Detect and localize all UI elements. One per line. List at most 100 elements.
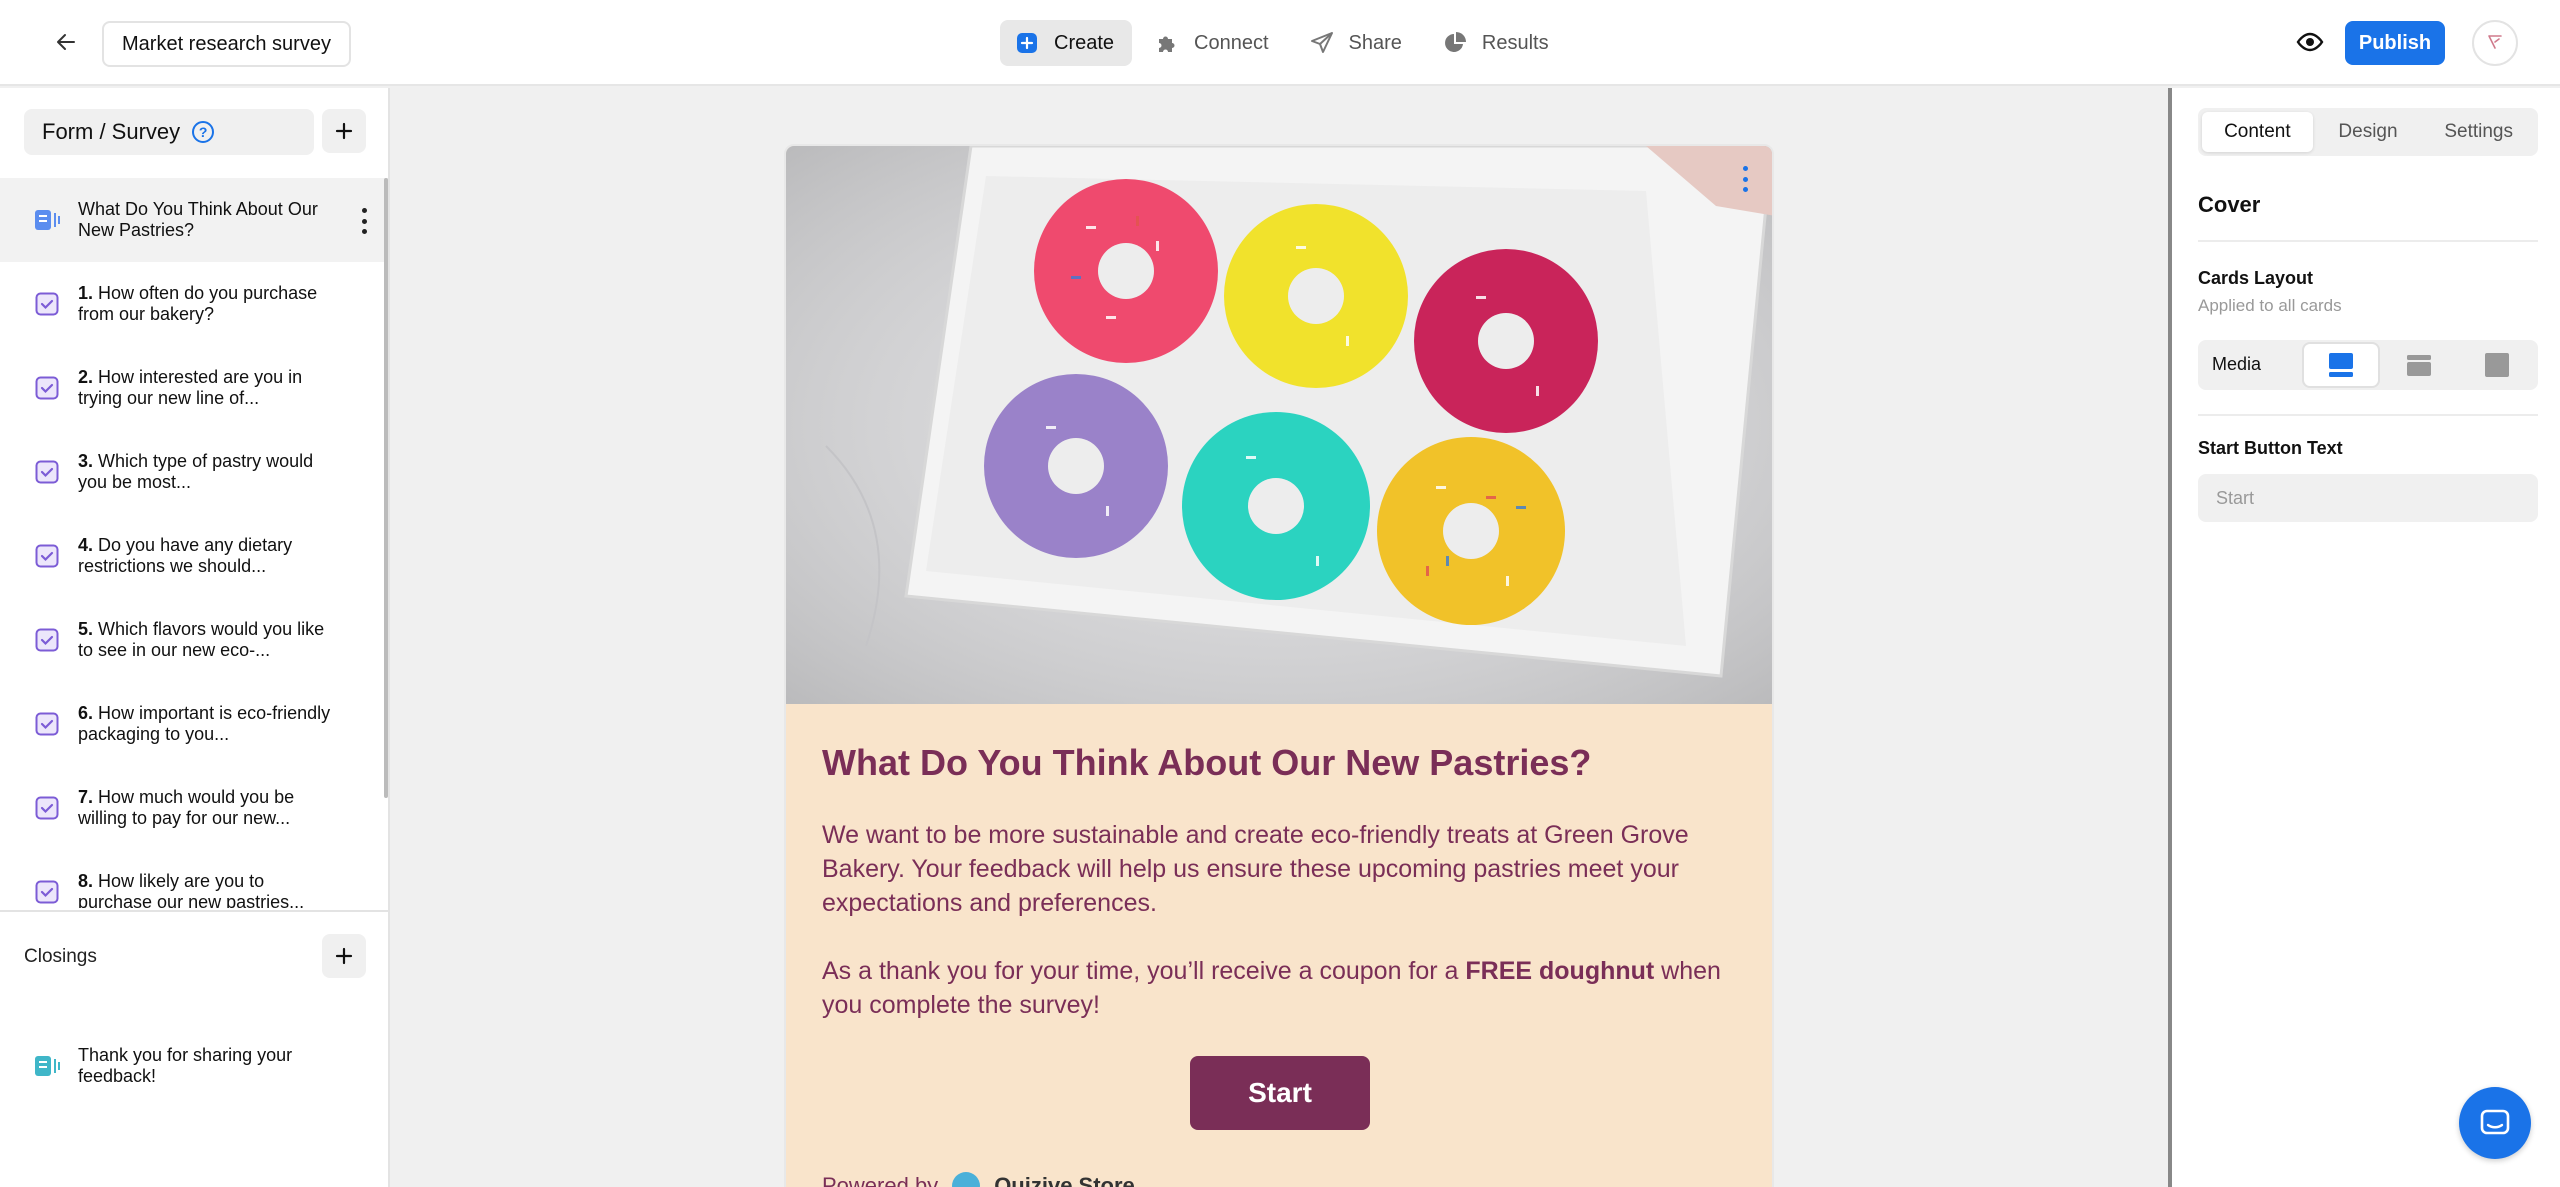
checkbox-icon	[34, 375, 60, 401]
sidebar-item-label: What Do You Think About Our New Pastries…	[78, 199, 318, 240]
user-avatar-icon	[2488, 35, 2502, 49]
sidebar-scrollbar[interactable]	[384, 178, 388, 798]
cards-layout-label: Cards Layout	[2198, 268, 2314, 288]
media-layout-selector: Media	[2198, 340, 2538, 390]
tab-design[interactable]: Design	[2313, 112, 2424, 152]
sidebar-item-question[interactable]: 5. Which flavors would you like to see i…	[0, 598, 388, 682]
tab-connect-label: Connect	[1194, 31, 1269, 54]
card-options-icon[interactable]	[1741, 166, 1749, 192]
card-description[interactable]: We want to be more sustainable and creat…	[822, 818, 1742, 1056]
cards-layout-subtitle: Applied to all cards	[2198, 296, 2342, 315]
tab-share[interactable]: Share	[1295, 20, 1420, 66]
sidebar-item-question[interactable]: 7. How much would you be willing to pay …	[0, 766, 388, 850]
question-number: 7.	[78, 787, 94, 807]
card-paragraph: We want to be more sustainable and creat…	[822, 821, 1689, 917]
question-text: How interested are you in trying our new…	[78, 367, 303, 408]
tab-share-label: Share	[1348, 31, 1402, 54]
preview-button[interactable]	[2290, 22, 2330, 62]
sidebar-item-cover[interactable]: What Do You Think About Our New Pastries…	[0, 178, 388, 262]
add-card-button[interactable]	[322, 109, 366, 153]
panel-tabs: Content Design Settings	[2198, 108, 2538, 156]
start-button-text-label: Start Button Text	[2198, 438, 2343, 458]
tab-results-label: Results	[1481, 31, 1549, 54]
tab-results[interactable]: Results	[1428, 20, 1567, 66]
avatar[interactable]	[2472, 20, 2518, 66]
question-number: 5.	[78, 619, 94, 639]
plus-square-icon	[1014, 30, 1040, 56]
more-vertical-icon[interactable]	[360, 208, 368, 234]
arrow-left-icon	[57, 34, 75, 50]
layout-media-top[interactable]	[2302, 342, 2380, 388]
layout-media-background[interactable]	[2458, 342, 2536, 388]
chat-support-button[interactable]	[2459, 1087, 2531, 1159]
checkbox-icon	[34, 627, 60, 653]
question-number: 2.	[78, 367, 94, 387]
powered-by-brand: Quizive Store	[994, 1173, 1135, 1187]
cover-card[interactable]: What Do You Think About Our New Pastries…	[784, 144, 1774, 1187]
top-bar: Market research survey Create Connect Sh…	[0, 0, 2560, 86]
start-button-text-input[interactable]	[2198, 474, 2538, 522]
form-survey-selector[interactable]: Form / Survey ?	[24, 109, 314, 155]
card-title[interactable]: What Do You Think About Our New Pastries…	[822, 742, 1742, 784]
powered-by-prefix: Powered by	[822, 1173, 939, 1187]
tab-settings[interactable]: Settings	[2423, 112, 2534, 152]
checkbox-icon	[34, 879, 60, 905]
plus-icon	[335, 947, 353, 965]
tab-content[interactable]: Content	[2202, 112, 2313, 152]
question-number: 8.	[78, 871, 94, 891]
question-number: 6.	[78, 703, 94, 723]
document-title[interactable]: Market research survey	[102, 21, 351, 67]
question-text: How often do you purchase from our baker…	[78, 283, 318, 324]
layout-background-icon	[2485, 353, 2509, 377]
divider	[2198, 240, 2538, 242]
tab-create[interactable]: Create	[1000, 20, 1133, 66]
sidebar-item-question[interactable]: 2. How interested are you in trying our …	[0, 346, 388, 430]
sidebar-item-question[interactable]: 4. Do you have any dietary restrictions …	[0, 514, 388, 598]
question-text: How likely are you to purchase our new p…	[78, 871, 305, 908]
brand-logo-icon	[952, 1172, 981, 1187]
paper-plane-icon	[1309, 30, 1335, 56]
plus-icon	[335, 122, 353, 140]
checkbox-icon	[34, 795, 60, 821]
sidebar-item-question[interactable]: 6. How important is eco-friendly packagi…	[0, 682, 388, 766]
checkbox-icon	[34, 711, 60, 737]
tab-connect[interactable]: Connect	[1140, 20, 1287, 66]
add-closing-button[interactable]	[322, 934, 366, 978]
publish-button[interactable]: Publish	[2345, 21, 2445, 65]
layout-banner-icon	[2407, 355, 2431, 376]
powered-by: Powered by Quizive Store	[822, 1172, 1135, 1187]
puzzle-icon	[1154, 30, 1180, 56]
start-button[interactable]: Start	[1190, 1056, 1370, 1130]
form-survey-label: Form / Survey	[42, 119, 181, 144]
main-nav: Create Connect Share Results	[1000, 20, 1567, 66]
question-number: 4.	[78, 535, 94, 555]
layout-top-icon	[2329, 353, 2353, 377]
sidebar-item-label: Thank you for sharing your feedback!	[78, 1045, 293, 1086]
question-number: 3.	[78, 451, 94, 471]
sidebar-item-question[interactable]: 1. How often do you purchase from our ba…	[0, 262, 388, 346]
back-button[interactable]	[46, 22, 86, 62]
pie-chart-icon	[1442, 30, 1468, 56]
eye-icon	[2296, 32, 2324, 52]
sidebar-item-closing[interactable]: Thank you for sharing your feedback!	[0, 1024, 388, 1108]
divider	[2198, 414, 2538, 416]
checkbox-icon	[34, 291, 60, 317]
tab-create-label: Create	[1054, 31, 1115, 54]
layout-media-banner[interactable]	[2380, 342, 2458, 388]
sidebar-item-question[interactable]: 8. How likely are you to purchase our ne…	[0, 850, 388, 908]
question-text: Which flavors would you like to see in o…	[78, 619, 325, 660]
question-text: Which type of pastry would you be most..…	[78, 451, 314, 492]
chat-icon	[2480, 1109, 2510, 1135]
sidebar: Form / Survey ? What Do You Think About …	[0, 88, 390, 1187]
divider	[0, 910, 388, 912]
cover-image[interactable]	[786, 146, 1772, 704]
editor-canvas: What Do You Think About Our New Pastries…	[392, 88, 2168, 1187]
card-text: As a thank you for your time, you’ll rec…	[822, 957, 1466, 985]
media-label: Media	[2212, 354, 2262, 374]
checkbox-icon	[34, 543, 60, 569]
properties-panel: Content Design Settings Cover Cards Layo…	[2168, 88, 2560, 1187]
sidebar-item-question[interactable]: 3. Which type of pastry would you be mos…	[0, 430, 388, 514]
closings-label: Closings	[24, 946, 97, 967]
help-icon[interactable]: ?	[192, 121, 215, 143]
checkbox-icon	[34, 459, 60, 485]
